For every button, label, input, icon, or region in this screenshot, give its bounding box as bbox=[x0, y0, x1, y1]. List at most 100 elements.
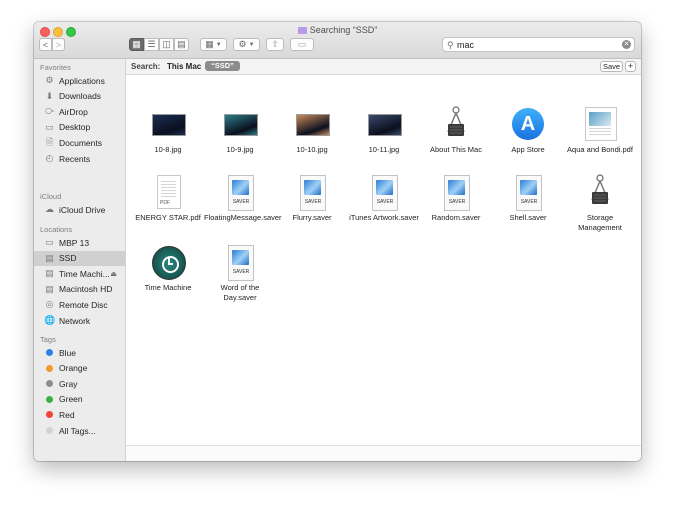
share-button[interactable]: ⇧ bbox=[266, 38, 284, 51]
list-view-button[interactable]: ☰ bbox=[144, 38, 159, 51]
sidebar-item-all-tags[interactable]: All Tags... bbox=[34, 423, 125, 438]
list-icon: ☰ bbox=[147, 39, 156, 49]
sidebar-item-label: Blue bbox=[59, 347, 77, 358]
system-utility-icon bbox=[581, 174, 619, 210]
folder-icon bbox=[297, 27, 307, 34]
file-item[interactable]: About This Mac bbox=[420, 106, 492, 155]
file-item[interactable]: 10-10.jpg bbox=[276, 106, 348, 155]
scope-this-mac[interactable]: This Mac bbox=[167, 62, 201, 71]
search-input[interactable] bbox=[457, 38, 607, 51]
file-item[interactable]: SAVER iTunes Artwork.saver bbox=[348, 174, 420, 223]
file-name: Aqua and Bondi.pdf bbox=[567, 145, 633, 154]
sidebar-item-label: SSD bbox=[59, 253, 77, 264]
sidebar-item-label: Gray bbox=[59, 378, 78, 389]
sidebar-item-downloads[interactable]: ⬇ Downloads bbox=[34, 89, 125, 104]
saver-tag: SAVER bbox=[232, 199, 250, 205]
file-item[interactable]: Storage Management bbox=[564, 174, 636, 232]
file-item[interactable]: Aqua and Bondi.pdf bbox=[564, 106, 636, 155]
saver-tag: SAVER bbox=[448, 199, 466, 205]
back-button[interactable]: < bbox=[39, 38, 52, 51]
scope-ssd[interactable]: “SSD” bbox=[205, 61, 240, 71]
saver-document: SAVER bbox=[228, 175, 254, 211]
sidebar-item-airdrop[interactable]: ⧂ AirDrop bbox=[34, 104, 125, 119]
sidebar-item-gray[interactable]: Gray bbox=[34, 376, 125, 391]
sidebar-item-ssd[interactable]: ▤ SSD bbox=[34, 250, 125, 266]
search-field[interactable]: ⚲ ✕ bbox=[442, 37, 635, 52]
screensaver-file-icon: SAVER bbox=[365, 174, 403, 211]
sidebar-item-macintosh-hd[interactable]: ▤ Macintosh HD bbox=[34, 282, 125, 297]
laptop-icon: ▭ bbox=[45, 237, 54, 247]
file-item[interactable]: SAVER Word of the Day.saver bbox=[204, 244, 276, 302]
clock-glyph bbox=[152, 246, 186, 280]
icon-view-button[interactable]: ▦ bbox=[129, 38, 144, 51]
sidebar-item-green[interactable]: Green bbox=[34, 392, 125, 407]
file-item[interactable]: SAVER Flurry.saver bbox=[276, 174, 348, 223]
search-scope-bar: Search: This Mac “SSD” Save + bbox=[126, 59, 641, 75]
group-button[interactable]: ▦ ▼ bbox=[200, 38, 227, 51]
tag-color-dot-icon bbox=[46, 364, 53, 372]
add-criteria-button[interactable]: + bbox=[625, 61, 636, 72]
chevron-down-icon: ▼ bbox=[248, 41, 255, 48]
file-item[interactable]: 10-9.jpg bbox=[204, 106, 276, 155]
search-icon: ⚲ bbox=[447, 40, 454, 50]
sidebar-item-remote-disc[interactable]: ◎ Remote Disc bbox=[34, 297, 125, 312]
saver-preview bbox=[520, 180, 537, 195]
desktop-icon: ▭ bbox=[45, 121, 54, 132]
screensaver-file-icon: SAVER bbox=[437, 174, 475, 211]
file-name: Time Machine bbox=[144, 283, 192, 292]
sidebar-item-blue[interactable]: Blue bbox=[34, 345, 125, 360]
file-item[interactable]: A App Store bbox=[492, 106, 564, 155]
icloud-section-header: iCloud bbox=[40, 192, 62, 201]
app-store-icon: A bbox=[509, 106, 547, 142]
sidebar-item-mbp-13[interactable]: ▭ MBP 13 bbox=[34, 235, 125, 250]
file-name: Storage Management bbox=[578, 213, 622, 232]
system-utility-icon bbox=[437, 106, 475, 142]
file-name: 10-10.jpg bbox=[296, 145, 328, 154]
airdrop-icon: ⧂ bbox=[44, 106, 54, 117]
file-item[interactable]: SAVER Random.saver bbox=[420, 174, 492, 223]
clear-search-icon[interactable]: ✕ bbox=[622, 40, 631, 49]
sidebar-item-recents[interactable]: ◴ Recents bbox=[34, 151, 125, 166]
downloads-icon: ⬇ bbox=[45, 90, 54, 101]
saver-document: SAVER bbox=[300, 175, 326, 211]
sidebar-item-icloud-drive[interactable]: ☁ iCloud Drive bbox=[34, 202, 125, 217]
file-name: ENERGY STAR.pdf bbox=[135, 213, 201, 222]
forward-button[interactable]: > bbox=[52, 38, 65, 51]
sidebar-item-network[interactable]: 🌐 Network bbox=[34, 313, 125, 328]
file-item[interactable]: SAVER FloatingMessage.saver bbox=[204, 174, 282, 223]
eject-icon[interactable]: ⏏ bbox=[110, 270, 117, 278]
file-item[interactable]: SAVER Shell.saver bbox=[492, 174, 564, 223]
title-bar: Searching “SSD” < > ▦ ☰ ◫ ▤ ▦ ▼ ⚙ ▼ ⇧ ▭ ⚲ … bbox=[34, 22, 641, 59]
sidebar-item-time-machi[interactable]: ▤ Time Machi... ⏏ bbox=[34, 266, 125, 281]
save-search-button[interactable]: Save bbox=[600, 61, 623, 72]
tag-button[interactable]: ▭ bbox=[290, 38, 314, 51]
sidebar-item-label: Recents bbox=[59, 153, 91, 164]
sidebar-item-label: Red bbox=[59, 409, 75, 420]
icon-grid-icon: ▦ bbox=[132, 39, 141, 49]
tag-color-dot-icon bbox=[46, 427, 53, 434]
image-preview bbox=[224, 114, 258, 136]
file-item[interactable]: 10-8.jpg bbox=[132, 106, 204, 155]
screensaver-file-icon: SAVER bbox=[221, 244, 259, 281]
sidebar-item-label: Green bbox=[59, 394, 83, 405]
file-item[interactable]: PDF ENERGY STAR.pdf bbox=[132, 174, 204, 223]
column-view-button[interactable]: ◫ bbox=[159, 38, 174, 51]
file-name: 10-8.jpg bbox=[154, 145, 182, 154]
sidebar-item-applications[interactable]: ⚙ Applications bbox=[34, 73, 125, 88]
action-button[interactable]: ⚙ ▼ bbox=[233, 38, 260, 51]
sidebar-item-orange[interactable]: Orange bbox=[34, 361, 125, 376]
file-name: App Store bbox=[511, 145, 545, 154]
chip-caliper-glyph bbox=[447, 106, 465, 136]
file-name: iTunes Artwork.saver bbox=[349, 213, 419, 222]
file-item[interactable]: Time Machine bbox=[132, 244, 204, 293]
sidebar-item-desktop[interactable]: ▭ Desktop bbox=[34, 120, 125, 135]
saver-document: SAVER bbox=[372, 175, 398, 211]
file-item[interactable]: 10-11.jpg bbox=[348, 106, 420, 155]
sidebar-item-red[interactable]: Red bbox=[34, 407, 125, 422]
favorites-section-header: Favorites bbox=[40, 63, 71, 72]
sidebar-item-documents[interactable]: 🗎 Documents bbox=[34, 135, 125, 150]
sidebar-item-label: Downloads bbox=[59, 91, 102, 102]
tag-color-dot-icon bbox=[46, 395, 53, 403]
sidebar-item-label: Time Machi... bbox=[59, 268, 110, 279]
gallery-view-button[interactable]: ▤ bbox=[174, 38, 189, 51]
